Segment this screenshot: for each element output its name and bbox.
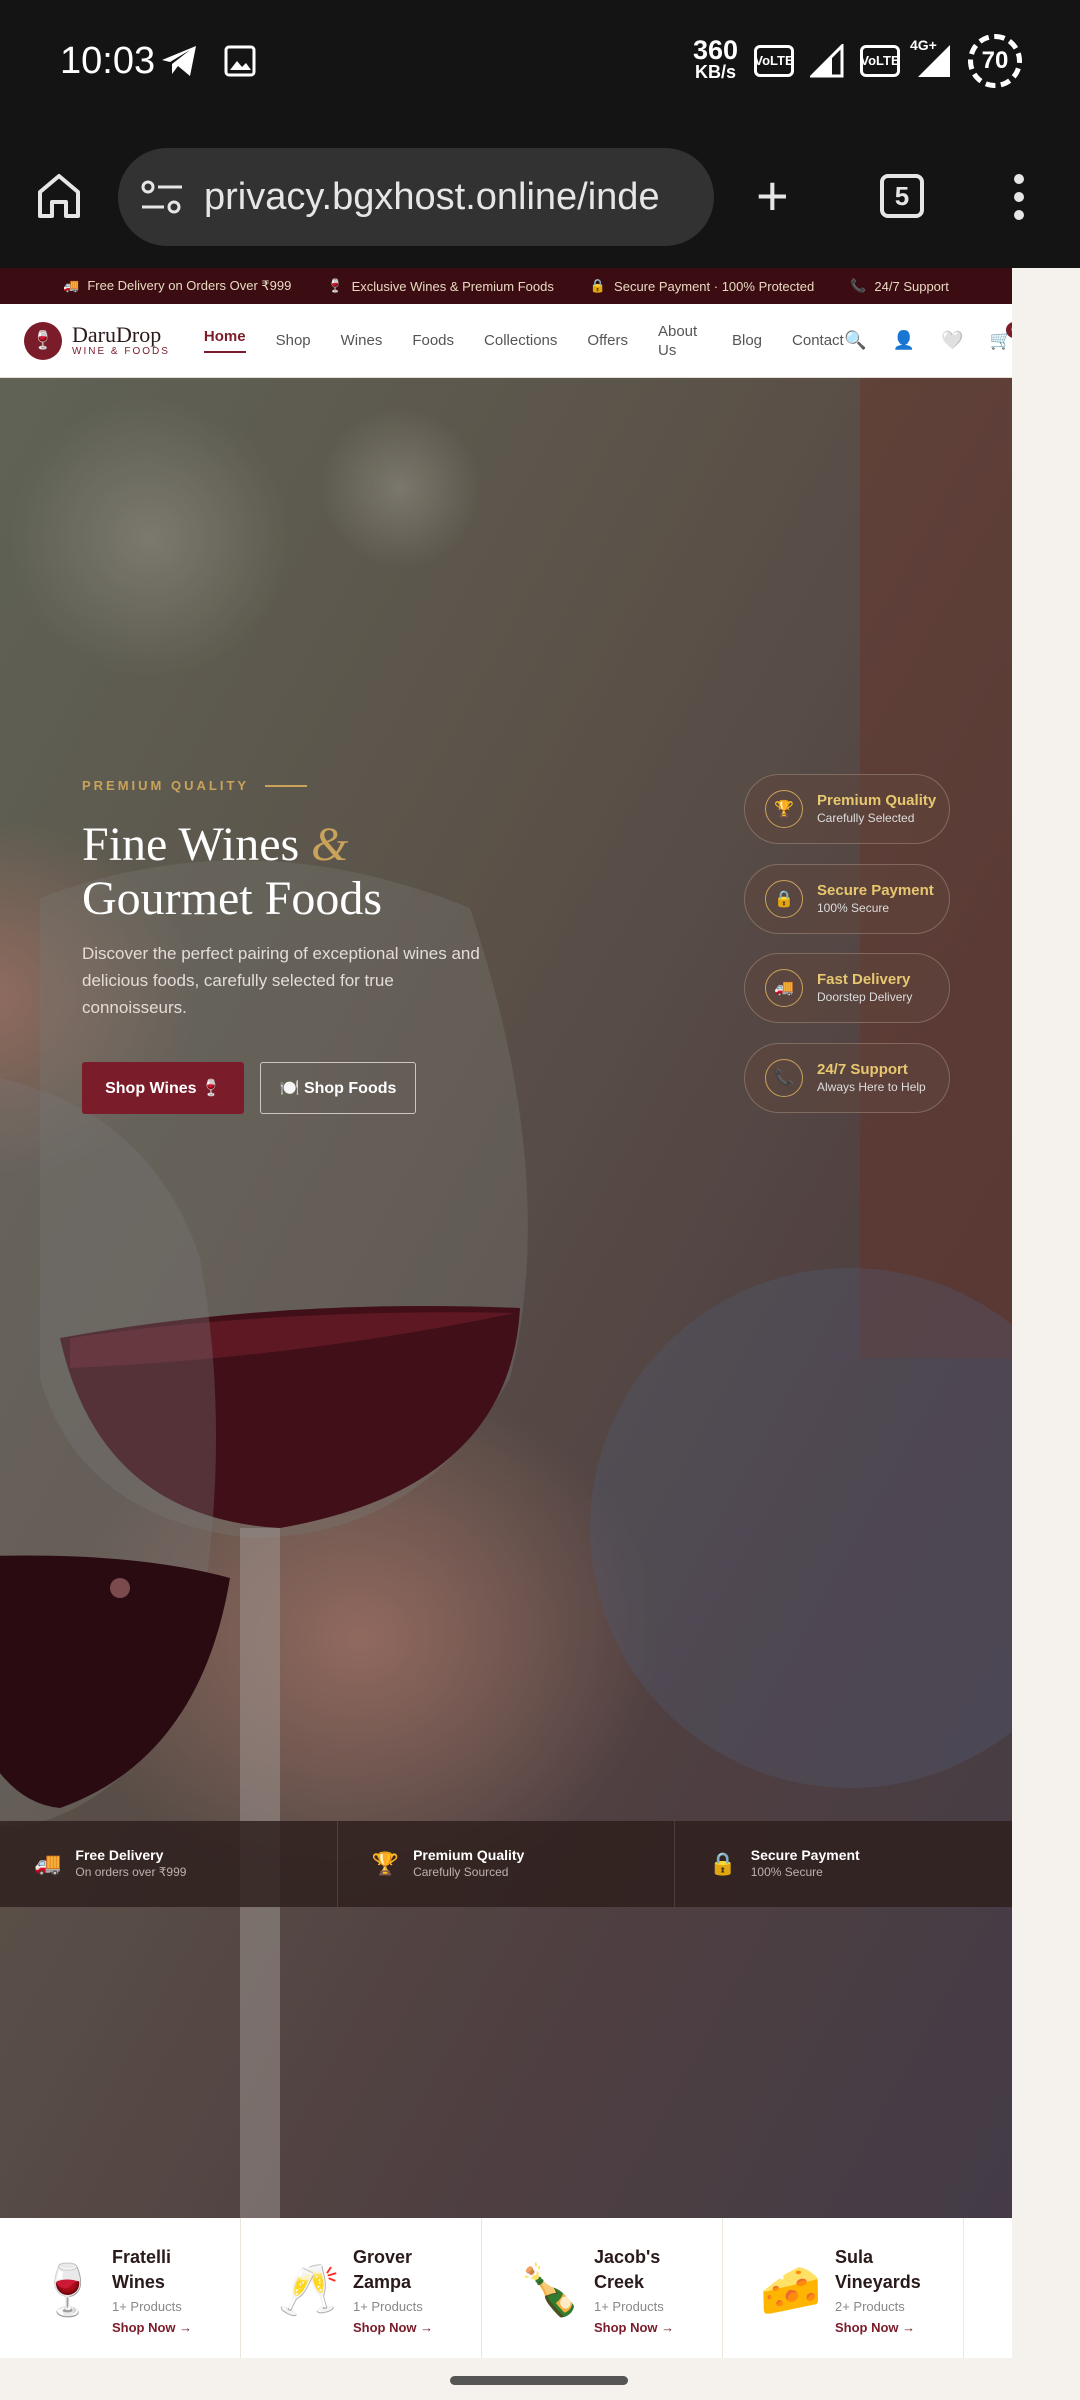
phone-icon: 📞 <box>765 1059 803 1097</box>
cheese-icon: 🧀 <box>759 2261 823 2318</box>
page-overflow-gutter <box>1012 268 1080 2358</box>
truck-icon: 🚚 <box>34 1851 62 1876</box>
signal-icon <box>810 44 844 78</box>
gesture-handle[interactable] <box>450 2376 628 2385</box>
browser-toolbar: privacy.bgxhost.online/inde + 5 <box>0 128 1080 268</box>
nav-link-foods[interactable]: Foods <box>412 332 454 349</box>
nav-link-contact[interactable]: Contact <box>792 332 844 349</box>
gesture-bar <box>0 2358 1080 2400</box>
feature-support: 📞 24/7 Support Always Here to Help <box>744 1043 950 1113</box>
shop-now-link[interactable]: Shop Now → <box>835 2320 935 2335</box>
benefit-free-delivery: 🚚 Free Delivery On orders over ₹999 <box>0 1821 338 1907</box>
hero-description: Discover the perfect pairing of exceptio… <box>82 944 480 1017</box>
truck-icon: 🚚 <box>765 969 803 1007</box>
clock: 10:03 <box>60 40 156 82</box>
status-bar: 10:03 360 KB/s VoLTE VoLTE 4G+ 70 <box>0 0 1080 128</box>
volte-icon: VoLTE <box>754 45 794 77</box>
feature-secure-payment: 🔒 Secure Payment 100% Secure <box>744 864 950 934</box>
url-text: privacy.bgxhost.online/inde <box>204 175 660 218</box>
brand-card[interactable]: 🧀 Sula Vineyards 2+ Products Shop Now → <box>723 2218 964 2358</box>
nav-link-offers[interactable]: Offers <box>587 332 628 349</box>
lock-icon: 🔒 <box>765 880 803 918</box>
home-icon[interactable] <box>36 172 82 220</box>
volte-icon-2: VoLTE <box>860 45 900 77</box>
announcement-bar: 🚚 Free Delivery on Orders Over ₹999 🍷 Excl… <box>0 268 1012 304</box>
wishlist-icon[interactable]: 🤍 <box>941 330 963 351</box>
lock-icon: 🔒 <box>709 1851 737 1876</box>
trophy-icon: 🏆 <box>371 1851 400 1876</box>
hero-eyebrow: PREMIUM QUALITY <box>82 778 308 793</box>
new-tab-icon[interactable]: + <box>756 168 789 224</box>
wine-glass-icon: 🍷 <box>36 2261 100 2318</box>
nav-link-home[interactable]: Home <box>203 328 246 353</box>
announcement-item: 📞 24/7 Support <box>850 278 949 294</box>
telegram-icon <box>162 46 196 76</box>
battery-icon: 70 <box>968 34 1022 88</box>
hero-title: Fine Wines & Gourmet Foods <box>82 818 382 925</box>
account-icon[interactable]: 👤 <box>893 330 915 351</box>
nav-link-about[interactable]: About Us <box>658 322 702 360</box>
site-logo[interactable]: 🍷 DaruDrop WINE & FOODS <box>24 321 170 360</box>
nav-link-wines[interactable]: Wines <box>341 332 383 349</box>
shop-now-link[interactable]: Shop Now → <box>594 2320 694 2335</box>
gallery-icon <box>224 45 256 77</box>
site-settings-icon[interactable] <box>140 179 184 215</box>
wine-glass-icon: 🍷 <box>24 321 62 360</box>
announcement-item: 🍷 Exclusive Wines & Premium Foods <box>327 278 554 294</box>
champagne-glasses-icon: 🥂 <box>277 2261 341 2318</box>
web-page: 🚚 Free Delivery on Orders Over ₹999 🍷 Excl… <box>0 268 1012 2358</box>
tab-switcher-button[interactable]: 5 <box>880 174 924 218</box>
feature-fast-delivery: 🚚 Fast Delivery Doorstep Delivery <box>744 953 950 1023</box>
address-bar[interactable]: privacy.bgxhost.online/inde <box>118 148 714 246</box>
announcement-item: 🔒 Secure Payment · 100% Protected <box>589 278 815 294</box>
brand-tagline: WINE & FOODS <box>72 346 170 357</box>
network-speed: 360 KB/s <box>692 35 738 83</box>
nav-link-collections[interactable]: Collections <box>484 332 557 349</box>
brand-name: DaruDrop <box>72 322 162 347</box>
brand-card[interactable]: 🍷 Fratelli Wines 1+ Products Shop Now → <box>0 2218 241 2358</box>
main-nav: Home Shop Wines Foods Collections Offers… <box>203 322 844 360</box>
benefit-secure-payment: 🔒 Secure Payment 100% Secure <box>709 1847 860 1879</box>
hero-background-image <box>0 378 1012 2218</box>
shop-foods-button[interactable]: 🍽️ Shop Foods <box>260 1062 416 1114</box>
brand-card[interactable]: 🍾 Jacob's Creek 1+ Products Shop Now → <box>482 2218 723 2358</box>
announcement-item: 🚚 Free Delivery on Orders Over ₹999 <box>63 278 292 293</box>
site-header: 🍷 DaruDrop WINE & FOODS Home Shop Wines … <box>0 304 1012 378</box>
brand-card[interactable]: 🥂 Grover Zampa 1+ Products Shop Now → <box>241 2218 482 2358</box>
shop-wines-button[interactable]: Shop Wines 🍷 <box>82 1062 244 1114</box>
trophy-icon: 🏆 <box>765 790 803 828</box>
overflow-menu-icon[interactable] <box>1014 174 1024 228</box>
nav-link-blog[interactable]: Blog <box>732 332 762 349</box>
shop-now-link[interactable]: Shop Now → <box>112 2320 212 2335</box>
benefits-strip: 🚚 Free Delivery On orders over ₹999 🏆 Pre… <box>0 1821 1012 1907</box>
signal-4g-icon: 4G+ <box>910 37 952 79</box>
benefit-premium-quality: 🏆 Premium Quality Carefully Sourced <box>338 1821 676 1907</box>
shop-now-link[interactable]: Shop Now → <box>353 2320 453 2335</box>
hero-section: PREMIUM QUALITY Fine Wines & Gourmet Foo… <box>0 378 1012 2218</box>
champagne-bottle-icon: 🍾 <box>518 2261 582 2318</box>
nav-link-shop[interactable]: Shop <box>276 332 311 349</box>
feature-premium-quality: 🏆 Premium Quality Carefully Selected <box>744 774 950 844</box>
search-icon[interactable]: 🔍 <box>844 330 866 351</box>
cart-icon[interactable]: 🛒0 <box>990 322 1012 351</box>
brand-carousel: 🍷 Fratelli Wines 1+ Products Shop Now → 🥂 … <box>0 2218 1012 2358</box>
